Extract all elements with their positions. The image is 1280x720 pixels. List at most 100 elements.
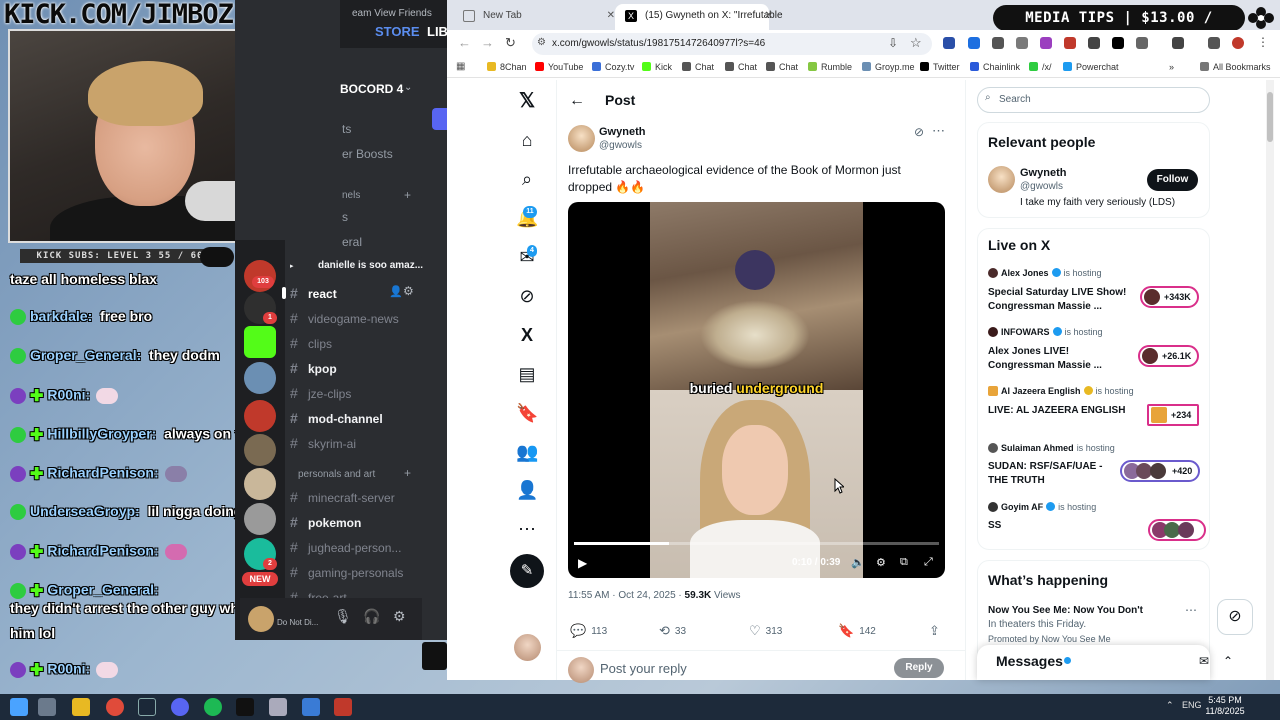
tray-chevron-icon[interactable]: ⌃ (1166, 700, 1174, 711)
live-host[interactable]: Sulaiman Ahmed is hosting (988, 443, 1115, 453)
gear-icon[interactable]: ⚙ (403, 284, 414, 298)
bookmark[interactable]: YouTube (535, 62, 583, 72)
like-action[interactable]: ♡ 313 (749, 623, 782, 639)
live-listeners[interactable]: +234 (1147, 404, 1200, 426)
relevant-handle[interactable]: @gwowls (1020, 181, 1063, 192)
extension-icon[interactable] (1016, 37, 1028, 49)
reply-action[interactable]: 💬 113 (570, 623, 607, 639)
home-icon[interactable]: ⌂ (516, 129, 538, 151)
profile-avatar[interactable] (1232, 37, 1244, 49)
all-bookmarks[interactable]: All Bookmarks (1200, 62, 1271, 72)
back-icon[interactable]: ← (458, 35, 471, 50)
close-icon[interactable]: ✕ (765, 4, 773, 28)
grok-icon[interactable]: ⊘ (516, 285, 538, 307)
app-icon[interactable] (334, 698, 352, 716)
tab-x-post[interactable]: X (15) Gwyneth on X: "Irrefutable ✕ (615, 4, 783, 30)
chevron-up-icon[interactable]: ⌃ (1223, 654, 1233, 668)
bookmark[interactable]: Chat (682, 62, 714, 72)
live-listeners[interactable]: +343K (1140, 286, 1199, 308)
extension-icon[interactable] (968, 37, 980, 49)
pip-icon[interactable]: ⧉ (900, 556, 908, 569)
fullscreen-icon[interactable]: ⤢ (924, 556, 933, 569)
live-listeners[interactable]: +26.1K (1138, 345, 1200, 367)
play-icon[interactable]: ▶ (578, 556, 587, 570)
author-handle[interactable]: @gwowls (599, 140, 642, 151)
shield-icon[interactable] (992, 37, 1004, 49)
more-icon[interactable]: ⋯ (516, 518, 538, 540)
close-icon[interactable]: ✕ (607, 4, 615, 28)
x-premium-icon[interactable]: X (516, 324, 538, 346)
discord-menu[interactable]: eam View Friends (352, 8, 432, 19)
settings-icon[interactable]: ⚙ (876, 556, 886, 569)
extension-icon[interactable] (943, 37, 955, 49)
app-icon[interactable] (269, 698, 287, 716)
bookmark[interactable]: Kick (642, 62, 672, 72)
channel-item[interactable]: # clips (290, 335, 332, 351)
channel-item[interactable]: # pokemon (290, 514, 361, 530)
bookmark[interactable]: Chat (766, 62, 798, 72)
live-host[interactable]: Al Jazeera English is hosting (988, 386, 1134, 396)
kick-server-icon[interactable] (244, 326, 276, 358)
microphone-icon[interactable]: 🎙 (334, 608, 352, 625)
extension-icon[interactable] (1040, 37, 1052, 49)
compose-post-button[interactable]: ✎ (510, 554, 544, 588)
channel-item[interactable]: # jughead-person... (290, 539, 401, 555)
bookmark[interactable]: /x/ (1029, 62, 1052, 72)
live-listeners[interactable]: +420 (1120, 460, 1201, 482)
apps-icon[interactable]: ▦ (456, 61, 465, 72)
reload-icon[interactable]: ↻ (505, 35, 516, 51)
install-icon[interactable]: ⇩ (888, 36, 898, 50)
app-icon[interactable] (302, 698, 320, 716)
add-channel-icon[interactable]: + (404, 466, 411, 480)
folder-icon[interactable] (72, 698, 90, 716)
live-host[interactable]: INFOWARS is hosting (988, 327, 1103, 337)
bookmark-action[interactable]: 🔖 142 (838, 623, 876, 639)
start-icon[interactable] (10, 698, 28, 716)
follow-button[interactable]: Follow (1147, 169, 1198, 191)
add-channel-icon[interactable]: + (404, 188, 411, 202)
channel-item-react[interactable]: # react (282, 285, 337, 301)
trend-title[interactable]: Now You See Me: Now You Don't (988, 605, 1143, 616)
search-icon[interactable]: ⌕ (516, 168, 538, 190)
more-icon[interactable]: ⋯ (932, 123, 945, 139)
add-member-icon[interactable]: 👤 (389, 285, 403, 298)
grok-icon[interactable]: ⊘ (914, 125, 924, 139)
extension-icon[interactable] (1064, 37, 1076, 49)
star-icon[interactable]: ☆ (910, 35, 922, 51)
repost-action[interactable]: ⟲ 33 (659, 623, 686, 639)
author-name[interactable]: Gwyneth (599, 126, 645, 138)
server-icon[interactable] (244, 362, 276, 394)
channel-item[interactable]: # kpop (290, 360, 337, 376)
scrollbar-thumb[interactable] (1267, 92, 1273, 142)
lists-icon[interactable]: ▤ (516, 363, 538, 385)
server-icon[interactable] (244, 468, 276, 500)
bookmark[interactable]: Powerchat (1063, 62, 1119, 72)
discord-store-tab[interactable]: STORE (375, 24, 420, 39)
bookmark[interactable]: Chainlink (970, 62, 1020, 72)
bookmark[interactable]: Groyp.me (862, 62, 915, 72)
headphones-icon[interactable]: 🎧 (363, 608, 380, 625)
bookmark[interactable]: 8Chan (487, 62, 527, 72)
scrollbar[interactable] (1266, 80, 1274, 680)
x-logo-icon[interactable]: 𝕏 (516, 90, 538, 112)
gear-icon[interactable]: ⚙ (393, 608, 406, 625)
live-title[interactable]: LIVE: AL JAZEERA ENGLISH (988, 404, 1138, 418)
x-extension-icon[interactable] (1112, 37, 1124, 49)
server-icon[interactable] (244, 400, 276, 432)
avatar[interactable] (988, 166, 1015, 193)
tab-new-tab[interactable]: New Tab ✕ (453, 4, 615, 30)
channel-item[interactable]: # mod-channel (290, 410, 383, 426)
puzzle-icon[interactable] (1136, 37, 1148, 49)
channel-item[interactable]: # gaming-personals (290, 564, 403, 580)
forward-icon[interactable]: → (481, 35, 494, 50)
chevron-right-icon[interactable]: » (1169, 62, 1174, 72)
search-input[interactable]: Search (977, 87, 1210, 113)
live-host[interactable]: Goyim AF is hosting (988, 502, 1096, 512)
sidepanel-icon[interactable] (1172, 37, 1184, 49)
share-icon[interactable]: ⇪ (929, 623, 945, 639)
back-arrow-icon[interactable]: ← (569, 92, 585, 110)
spotify-icon[interactable] (204, 698, 222, 716)
server-icon[interactable] (244, 434, 276, 466)
live-host[interactable]: Alex Jones is hosting (988, 268, 1102, 278)
channel-item[interactable]: # videogame-news (290, 310, 399, 326)
